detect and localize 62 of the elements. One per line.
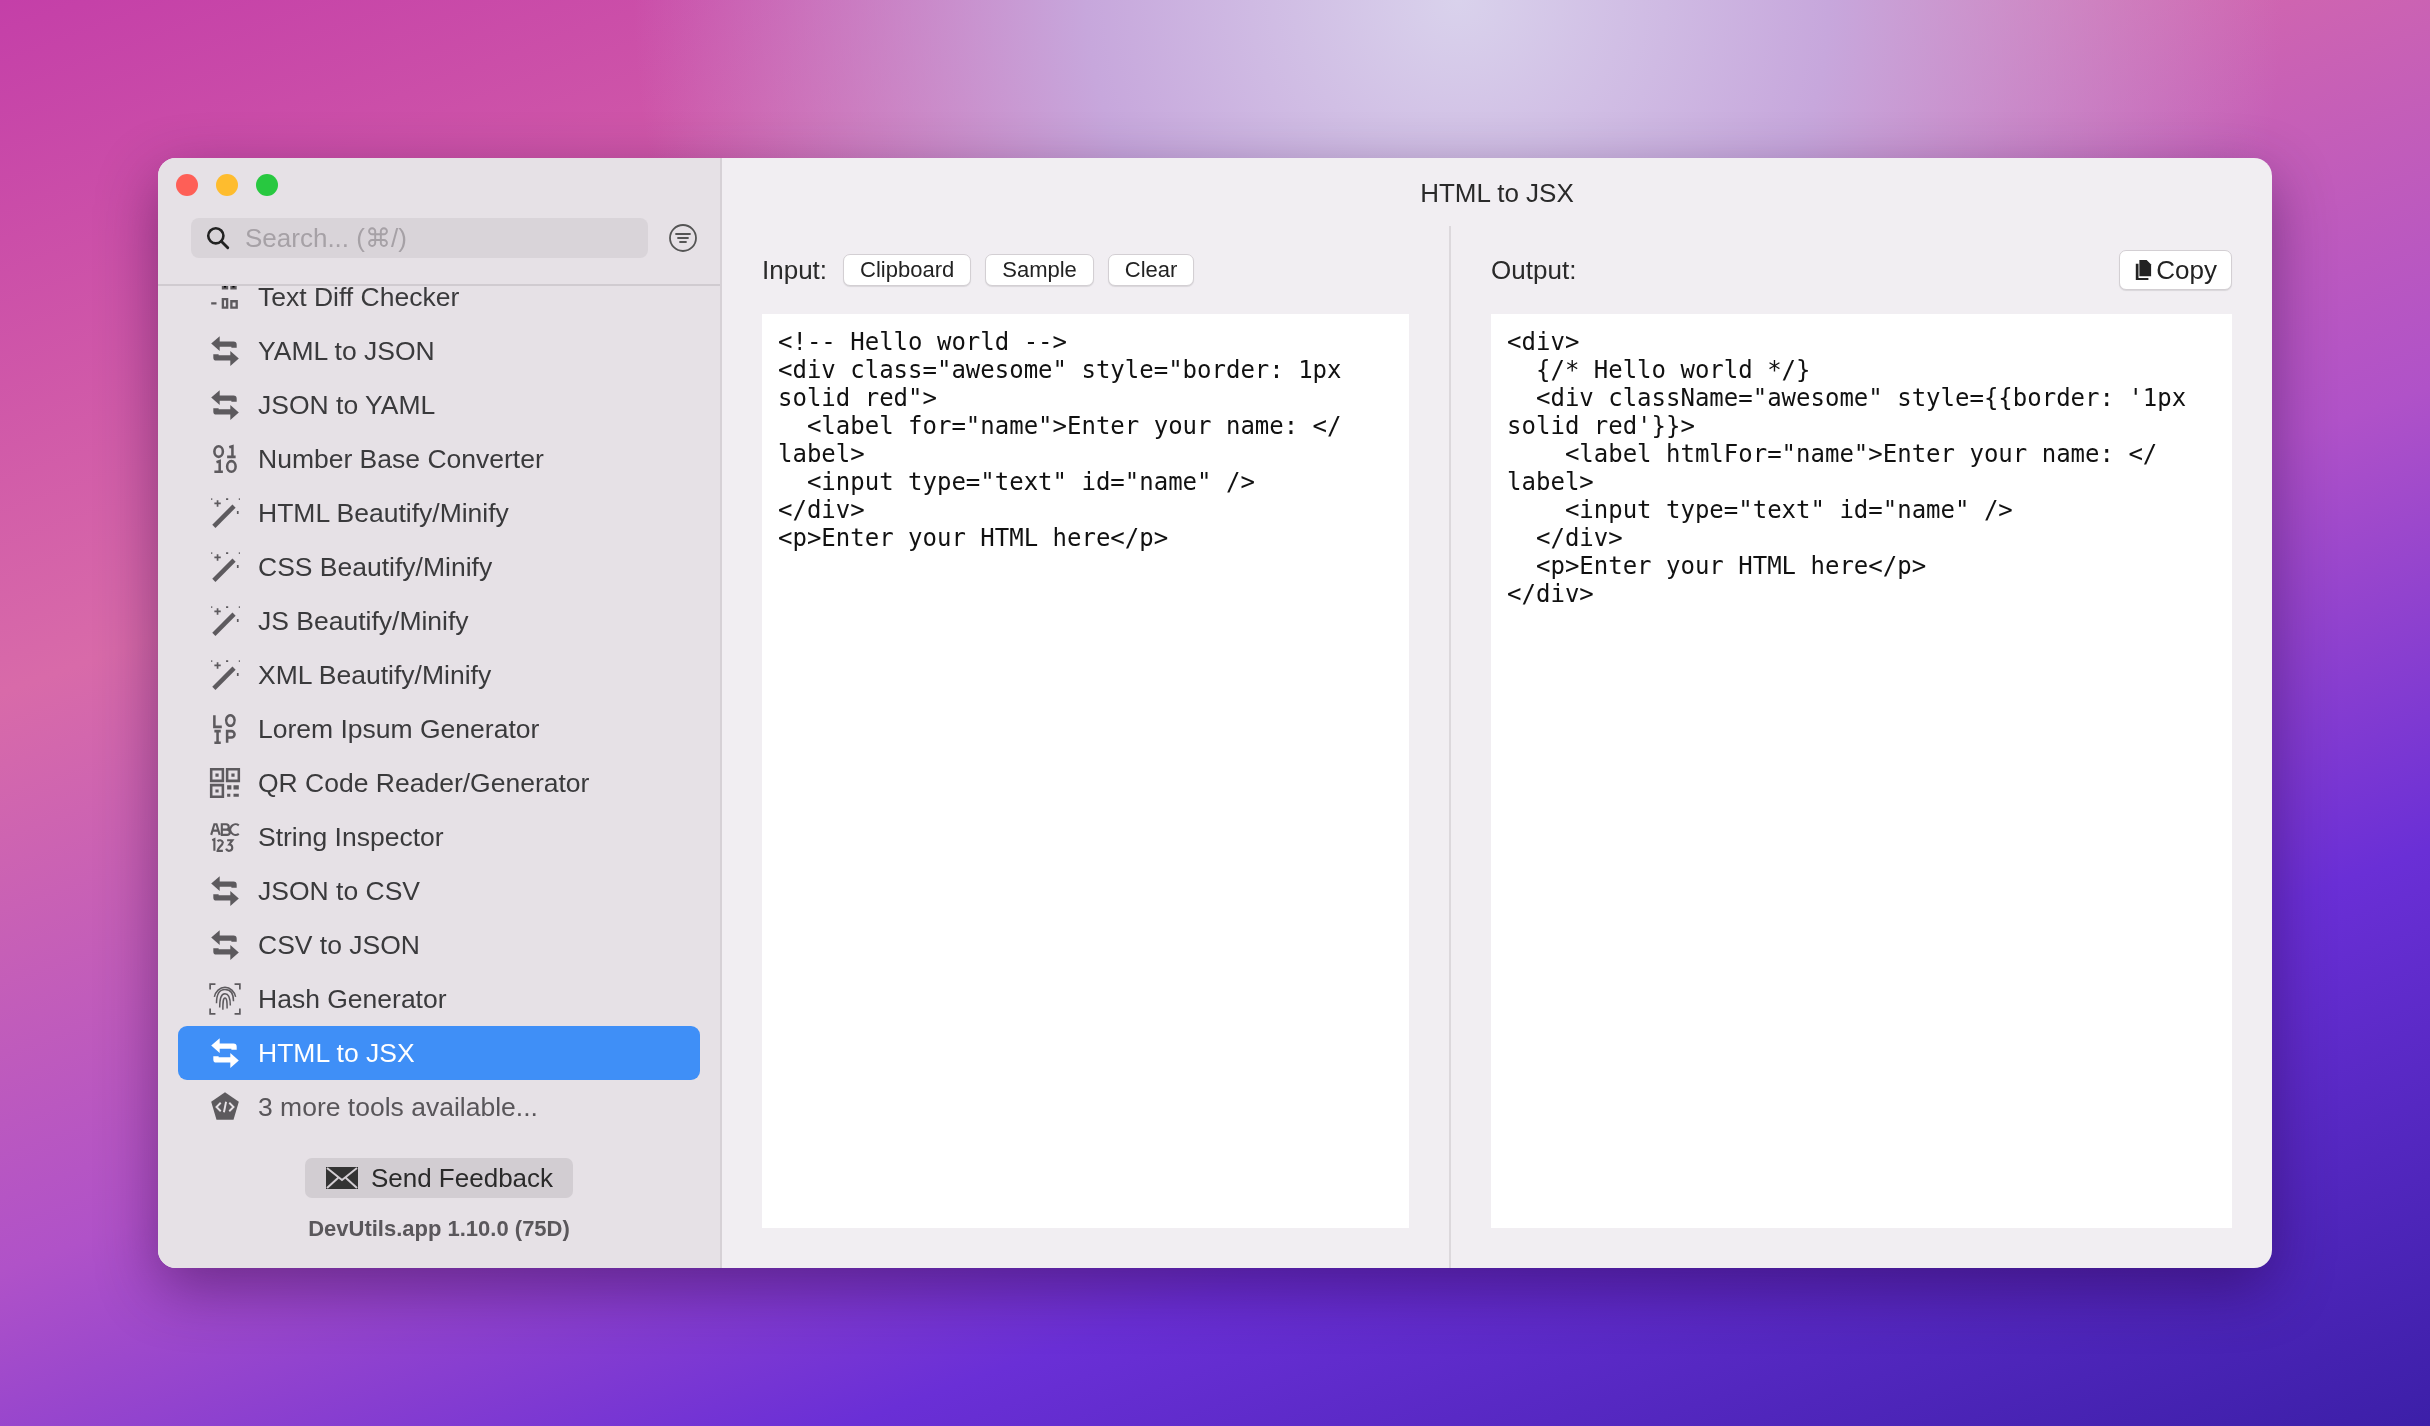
sidebar-item[interactable]: QR Code Reader/Generator [178,756,700,810]
sidebar-item[interactable]: JSON to CSV [178,864,700,918]
sidebar-item[interactable]: CSV to JSON [178,918,700,972]
sidebar-item[interactable]: 3 more tools available... [178,1080,700,1134]
filter-icon[interactable] [668,223,698,253]
sidebar-item[interactable]: Number Base Converter [178,432,700,486]
toolbar-button[interactable]: Sample [985,254,1094,286]
sidebar-item[interactable]: YAML to JSON [178,324,700,378]
code-line: </div> [1534,524,1624,552]
code-line: <label for="name">Enter your name: </ [805,412,1343,440]
code-line: label> [778,440,866,468]
code-line: {/* Hello world */} [1534,356,1812,384]
close-button[interactable] [176,174,198,196]
toolbar-button[interactable]: Clear [1107,254,1195,286]
magic-wand-icon [208,604,242,638]
code-line: <p>Enter your HTML here</p> [1534,552,1928,580]
window-title: HTML to JSX [1419,177,1575,210]
swap-arrows-icon [208,928,242,962]
swap-arrows-icon [208,1036,242,1070]
search-icon [205,225,231,251]
swap-arrows-icon [208,388,242,422]
version-text: DevUtils.app 1.10.0 (75D) [308,1216,570,1242]
magic-wand-icon [208,550,242,584]
sidebar-item[interactable]: Hash Generator [178,972,700,1026]
abc-123-icon [208,820,242,854]
magic-wand-icon [208,658,242,692]
code-line: <div> [1507,328,1581,356]
swap-arrows-icon [208,334,242,368]
code-line: <div className="awesome" style={{border: '1px [1534,384,2188,412]
swap-arrows-icon [208,874,242,908]
output-label: Output: [1491,254,1577,286]
qr-code-icon [208,766,242,800]
document-icon [2134,259,2153,281]
code-line: <input type="text" id="name" /> [805,468,1256,496]
copy-button[interactable]: Copy [2119,250,2232,290]
toolbar-button[interactable]: Clipboard [843,254,972,286]
sidebar-item[interactable]: XML Beautify/Minify [178,648,700,702]
input-label: Input: [762,254,828,286]
code-line: <!-- Hello world --> [778,328,1068,356]
code-line: label> [1507,468,1595,496]
code-line: </div> [778,496,866,524]
code-line: <div class="awesome" style="border: 1px [778,356,1343,384]
send-feedback-button[interactable]: Send Feedback [304,1158,574,1198]
zoom-button[interactable] [256,174,278,196]
minimize-button[interactable] [216,174,238,196]
sidebar-item[interactable]: CSS Beautify/Minify [178,540,700,594]
sidebar-item[interactable]: String Inspector [178,810,700,864]
code-line: <input type="text" id="name" /> [1563,496,2014,524]
sidebar-item[interactable]: JS Beautify/Minify [178,594,700,648]
sidebar-item[interactable]: HTML Beautify/Minify [178,486,700,540]
fingerprint-icon [208,982,242,1016]
sidebar-item[interactable]: Lorem Ipsum Generator [178,702,700,756]
sidebar-item[interactable]: JSON to YAML [178,378,700,432]
code-line: </div> [1507,580,1595,608]
code-line: solid red'}}> [1507,412,1696,440]
code-line: <label htmlFor="name">Enter your name: </ [1563,440,2159,468]
magic-wand-icon [208,496,242,530]
sidebar-item[interactable]: Text Diff Checker [178,286,700,324]
code-line: <p>Enter your HTML here</p> [778,524,1170,552]
input-editor[interactable]: <!-- Hello world --> <div class="awesome" style="border: 1px solid red"> <label for="name">Enter your name: </ label> <input type="text" id="name" /> </div> <p>Enter your HTML here</p> [762,314,1410,1228]
code-line: solid red"> [778,384,938,412]
envelope-icon [324,1166,359,1190]
